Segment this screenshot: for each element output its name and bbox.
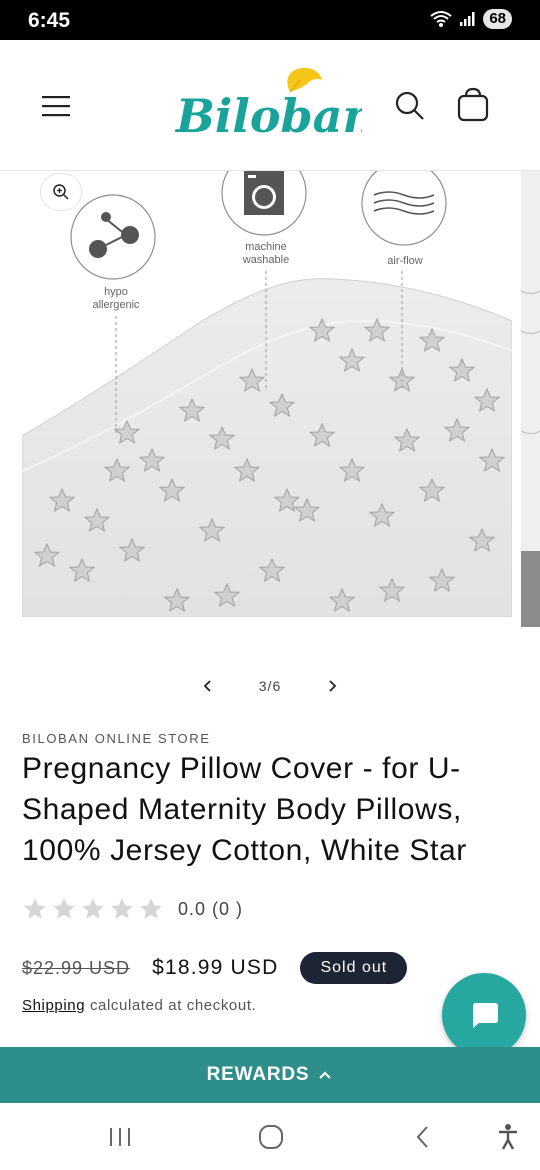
status-time: 6:45 xyxy=(28,9,71,32)
cart-button[interactable] xyxy=(452,84,494,126)
status-icons: 68 xyxy=(429,9,512,29)
feature-label-line1: air-flow xyxy=(387,255,423,267)
feature-label-line1: machine xyxy=(245,241,287,253)
site-header: Biloban xyxy=(0,40,540,171)
product-rating[interactable]: 0.0 (0 ) xyxy=(22,896,243,922)
chat-button[interactable] xyxy=(442,973,526,1057)
star-icon xyxy=(140,898,162,919)
next-slide-button[interactable] xyxy=(314,668,350,704)
star-icon xyxy=(82,898,104,919)
feature-label-line2: washable xyxy=(242,254,289,266)
chevron-left-icon xyxy=(203,680,211,692)
zoom-in-icon xyxy=(53,184,69,200)
product-title: Pregnancy Pillow Cover - for U-Shaped Ma… xyxy=(22,752,467,867)
chevron-up-icon xyxy=(319,1071,332,1079)
product-image[interactable]: hypo allergenic machine washable air-flo… xyxy=(22,171,512,617)
star-icon xyxy=(111,898,133,919)
rewards-bar[interactable]: REWARDS xyxy=(0,1047,540,1103)
accessibility-button[interactable] xyxy=(488,1117,528,1157)
signal-icon xyxy=(460,12,475,26)
product-vendor: BILOBAN ONLINE STORE xyxy=(22,731,211,746)
product-gallery[interactable]: hypo allergenic machine washable air-flo… xyxy=(0,171,540,631)
star-icon xyxy=(24,898,46,919)
battery-indicator: 68 xyxy=(483,9,512,29)
system-nav-bar xyxy=(0,1103,540,1170)
rating-stars xyxy=(22,896,164,922)
search-button[interactable] xyxy=(390,86,430,126)
cart-bag-icon xyxy=(457,87,489,122)
recent-apps-icon xyxy=(110,1128,130,1146)
shipping-text: calculated at checkout. xyxy=(85,997,257,1014)
rewards-label: REWARDS xyxy=(206,1064,310,1085)
shipping-note: Shipping calculated at checkout. xyxy=(22,997,256,1014)
wifi-icon xyxy=(430,11,452,27)
washing-machine-icon xyxy=(244,171,284,215)
regular-price: $22.99 USD xyxy=(22,957,131,978)
rating-text: 0.0 (0 ) xyxy=(178,898,244,919)
sold-out-badge: Sold out xyxy=(300,952,408,984)
chat-bubble-icon xyxy=(473,1003,498,1028)
feature-label-line1: hypo xyxy=(104,286,128,298)
zoom-button[interactable] xyxy=(40,173,82,211)
search-icon xyxy=(395,91,424,120)
feature-label-line2: allergenic xyxy=(92,299,140,311)
brand-logo-text: Biloban xyxy=(174,89,362,143)
star-icon xyxy=(53,898,75,919)
previous-slide-button[interactable] xyxy=(190,668,226,704)
sale-price: $18.99 USD xyxy=(152,956,279,979)
back-icon xyxy=(416,1126,428,1148)
accessibility-icon xyxy=(499,1124,517,1150)
status-bar: 6:45 68 xyxy=(0,0,540,40)
home-button[interactable] xyxy=(251,1117,291,1157)
back-button[interactable] xyxy=(403,1117,443,1157)
recent-apps-button[interactable] xyxy=(100,1117,140,1157)
shipping-link[interactable]: Shipping xyxy=(22,997,85,1014)
chevron-right-icon xyxy=(329,680,337,692)
next-slide-peek[interactable] xyxy=(520,171,540,627)
hamburger-icon xyxy=(42,96,70,117)
home-icon xyxy=(259,1125,283,1149)
slide-counter: 3/6 xyxy=(258,678,282,694)
menu-button[interactable] xyxy=(36,86,76,126)
price-row: $22.99 USD $18.99 USD Sold out xyxy=(22,952,408,984)
gallery-pager: 3/6 xyxy=(190,668,350,704)
brand-logo[interactable]: Biloban xyxy=(172,66,376,146)
